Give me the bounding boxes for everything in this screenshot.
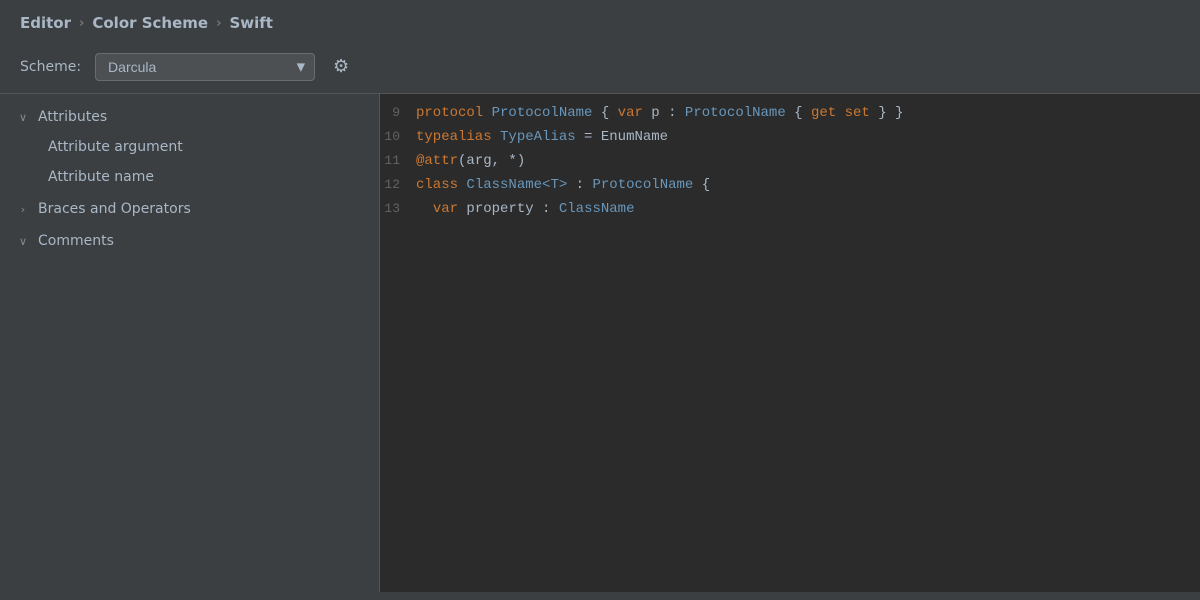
code-token: ProtocolName [685, 105, 786, 121]
tree-group-header-braces[interactable]: › Braces and Operators [0, 194, 379, 224]
right-panel: 9protocol ProtocolName { var p : Protoco… [380, 94, 1200, 592]
code-token: TypeAlias [500, 129, 576, 145]
code-token: protocol [416, 105, 483, 121]
line-number: 10 [380, 127, 416, 148]
tree-group-header-comments[interactable]: ∨ Comments [0, 226, 379, 256]
code-line: 12class ClassName<T> : ProtocolName { [380, 174, 1200, 198]
code-token: property : [458, 201, 559, 217]
tree-group-braces: › Braces and Operators [0, 194, 379, 224]
code-line: 13 var property : ClassName [380, 198, 1200, 222]
code-token: set [845, 105, 870, 121]
code-token: var [618, 105, 643, 121]
code-token: = [576, 129, 601, 145]
chevron-attributes: ∨ [16, 111, 30, 124]
code-token: p [651, 105, 659, 121]
line-number: 12 [380, 175, 416, 196]
breadcrumb: Editor › Color Scheme › Swift [0, 0, 1200, 42]
line-content: class ClassName<T> : ProtocolName { [416, 174, 710, 196]
line-content: protocol ProtocolName { var p : Protocol… [416, 102, 903, 124]
code-token: ClassName [559, 201, 635, 217]
code-token: { [592, 105, 617, 121]
code-block: 9protocol ProtocolName { var p : Protoco… [380, 94, 1200, 230]
code-token: { [786, 105, 811, 121]
code-token: var [433, 201, 458, 217]
scheme-select-wrapper: Darcula IntelliJ Light High Contrast Mon… [95, 53, 315, 81]
main-content: ∨ Attributes Attribute argument Attribut… [0, 94, 1200, 592]
gear-icon: ⚙ [333, 56, 349, 77]
code-token: } } [870, 105, 904, 121]
tree-item-attribute-argument[interactable]: Attribute argument [0, 132, 379, 162]
gear-button[interactable]: ⚙ [329, 52, 353, 81]
chevron-comments: ∨ [16, 235, 30, 248]
code-token: <T> [542, 177, 567, 193]
breadcrumb-swift[interactable]: Swift [229, 14, 273, 32]
tree-group-attributes: ∨ Attributes Attribute argument Attribut… [0, 102, 379, 192]
code-token [836, 105, 844, 121]
code-token: : [660, 105, 685, 121]
line-number: 9 [380, 103, 416, 124]
code-token: ProtocolName [492, 105, 593, 121]
tree-item-attribute-name[interactable]: Attribute name [0, 162, 379, 192]
code-token: class [416, 177, 458, 193]
code-line: 11@attr(arg, *) [380, 150, 1200, 174]
code-line: 9protocol ProtocolName { var p : Protoco… [380, 102, 1200, 126]
line-number: 11 [380, 151, 416, 172]
code-token: @attr [416, 153, 458, 169]
line-number: 13 [380, 199, 416, 220]
code-token [483, 105, 491, 121]
code-token: ProtocolName [592, 177, 693, 193]
code-token: EnumName [601, 129, 668, 145]
breadcrumb-color-scheme[interactable]: Color Scheme [92, 14, 208, 32]
left-panel: ∨ Attributes Attribute argument Attribut… [0, 94, 380, 592]
line-content: @attr(arg, *) [416, 150, 525, 172]
scheme-row: Scheme: Darcula IntelliJ Light High Cont… [0, 42, 1200, 94]
tree-group-label-braces: Braces and Operators [38, 201, 191, 217]
code-token: (arg, *) [458, 153, 525, 169]
code-line: 10typealias TypeAlias = EnumName [380, 126, 1200, 150]
line-content: typealias TypeAlias = EnumName [416, 126, 668, 148]
scheme-dropdown[interactable]: Darcula IntelliJ Light High Contrast Mon… [95, 53, 315, 81]
breadcrumb-editor[interactable]: Editor [20, 14, 71, 32]
code-token: get [811, 105, 836, 121]
chevron-braces: › [16, 203, 30, 216]
scheme-label: Scheme: [20, 59, 81, 75]
breadcrumb-sep-2: › [216, 16, 221, 31]
code-token [416, 201, 433, 217]
tree-group-label-comments: Comments [38, 233, 114, 249]
code-token: ClassName [466, 177, 542, 193]
breadcrumb-sep-1: › [79, 16, 84, 31]
line-content: var property : ClassName [416, 198, 634, 220]
code-token [492, 129, 500, 145]
tree-group-comments: ∨ Comments [0, 226, 379, 256]
tree-group-header-attributes[interactable]: ∨ Attributes [0, 102, 379, 132]
tree-group-label-attributes: Attributes [38, 109, 107, 125]
code-token: { [693, 177, 710, 193]
code-token: : [567, 177, 592, 193]
code-token: typealias [416, 129, 492, 145]
